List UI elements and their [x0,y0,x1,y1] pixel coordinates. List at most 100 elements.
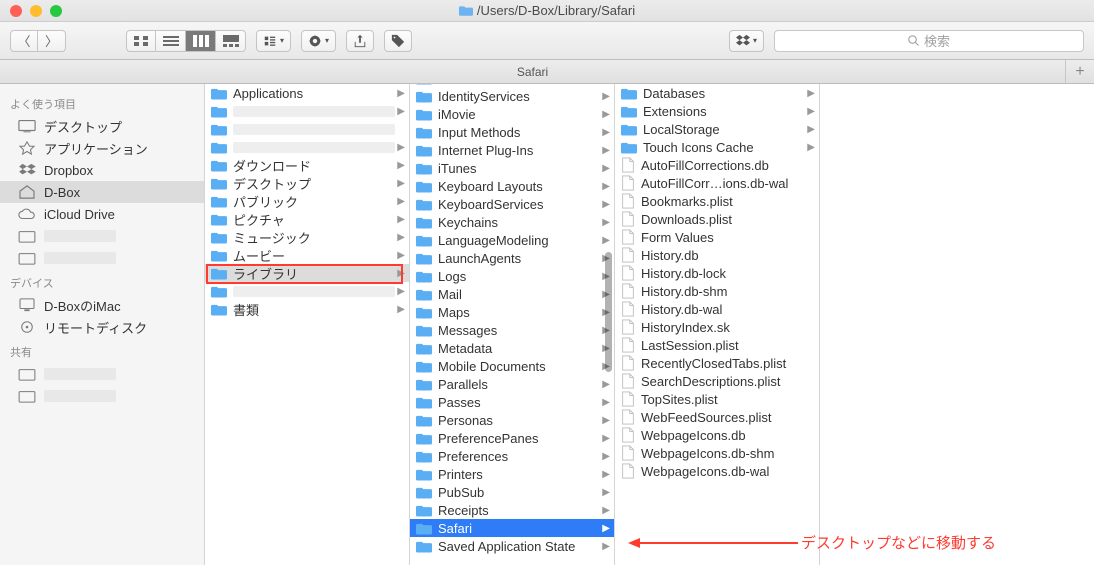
folder-item[interactable]: LocalStorage▶ [615,120,819,138]
column-1: Applications▶▶▶ダウンロード▶デスクトップ▶パブリック▶ピクチャ▶… [205,84,410,565]
folder-item[interactable]: Safari▶ [410,519,614,537]
file-item[interactable]: WebpageIcons.db-wal [615,462,819,480]
folder-item[interactable]: Passes▶ [410,393,614,411]
folder-item[interactable]: パブリック▶ [205,192,409,210]
file-item[interactable]: History.db-shm [615,282,819,300]
folder-item[interactable]: ムービー▶ [205,246,409,264]
folder-item[interactable]: LanguageModeling▶ [410,231,614,249]
sidebar-item[interactable] [0,363,204,385]
share-button[interactable] [346,30,374,52]
folder-item[interactable]: Input Methods▶ [410,123,614,141]
view-gallery-button[interactable] [216,30,246,52]
sidebar-item[interactable]: D-Box [0,181,204,203]
folder-item[interactable]: iTunes▶ [410,159,614,177]
folder-item[interactable]: 書類▶ [205,300,409,318]
search-icon [908,35,920,47]
back-button[interactable]: 〈 [10,30,38,52]
folder-item[interactable]: Keychains▶ [410,213,614,231]
file-item[interactable]: Form Values [615,228,819,246]
annotation: デスクトップなどに移動する [628,532,996,553]
folder-item[interactable]: ミュージック▶ [205,228,409,246]
arrow-icon [628,537,798,549]
folder-item[interactable]: ピクチャ▶ [205,210,409,228]
search-field[interactable]: 検索 [774,30,1084,52]
sidebar-item[interactable]: Dropbox [0,159,204,181]
annotation-text: デスクトップなどに移動する [801,532,996,553]
folder-item[interactable]: ▶ [205,282,409,300]
group-by-button[interactable]: ▾ [256,30,291,52]
file-item[interactable]: Bookmarks.plist [615,192,819,210]
folder-item[interactable]: ライブラリ▶ [205,264,409,282]
folder-item[interactable]: Logs▶ [410,267,614,285]
folder-item[interactable]: ▶ [205,138,409,156]
folder-item[interactable]: Applications▶ [205,84,409,102]
folder-item[interactable]: Personas▶ [410,411,614,429]
folder-item[interactable]: LaunchAgents▶ [410,249,614,267]
file-item[interactable]: AutoFillCorr…ions.db-wal [615,174,819,192]
folder-item[interactable]: Saved Application State▶ [410,537,614,555]
folder-item[interactable]: Receipts▶ [410,501,614,519]
folder-item[interactable]: Internet Plug-Ins▶ [410,141,614,159]
tags-button[interactable] [384,30,412,52]
window-title-text: /Users/D-Box/Library/Safari [477,3,635,18]
finder-tab[interactable]: Safari [0,60,1066,83]
folder-item[interactable]: Databases▶ [615,84,819,102]
file-item[interactable]: Downloads.plist [615,210,819,228]
new-tab-button[interactable]: + [1066,60,1094,83]
file-item[interactable]: History.db-wal [615,300,819,318]
titlebar: /Users/D-Box/Library/Safari [0,0,1094,22]
sidebar-section-favorites: よく使う項目 [0,90,204,115]
sidebar: よく使う項目 デスクトップアプリケーションDropboxD-BoxiCloud … [0,84,205,565]
folder-item[interactable]: PubSub▶ [410,483,614,501]
sidebar-item[interactable]: D-BoxのiMac [0,294,204,316]
folder-item[interactable]: IdentityServices▶ [410,87,614,105]
folder-item[interactable]: ダウンロード▶ [205,156,409,174]
column-4 [820,84,1092,565]
folder-item[interactable]: Messages▶ [410,321,614,339]
folder-item[interactable]: ▶ [205,102,409,120]
folder-item[interactable]: Mail▶ [410,285,614,303]
folder-item[interactable]: PreferencePanes▶ [410,429,614,447]
file-item[interactable]: WebFeedSources.plist [615,408,819,426]
forward-button[interactable]: 〉 [38,30,66,52]
folder-item[interactable]: Printers▶ [410,465,614,483]
file-item[interactable]: WebpageIcons.db-shm [615,444,819,462]
folder-item[interactable]: Parallels▶ [410,375,614,393]
file-item[interactable]: RecentlyClosedTabs.plist [615,354,819,372]
sidebar-item[interactable]: アプリケーション [0,137,204,159]
view-list-button[interactable] [156,30,186,52]
sidebar-item[interactable]: iCloud Drive [0,203,204,225]
view-icons-button[interactable] [126,30,156,52]
tab-bar: Safari + [0,60,1094,84]
file-item[interactable]: SearchDescriptions.plist [615,372,819,390]
scrollbar[interactable] [605,252,612,372]
file-item[interactable]: HistoryIndex.sk [615,318,819,336]
file-item[interactable]: LastSession.plist [615,336,819,354]
folder-item[interactable] [205,120,409,138]
file-item[interactable]: AutoFillCorrections.db [615,156,819,174]
folder-item[interactable]: Extensions▶ [615,102,819,120]
folder-item[interactable]: Maps▶ [410,303,614,321]
view-columns-button[interactable] [186,30,216,52]
folder-item[interactable]: KeyboardServices▶ [410,195,614,213]
file-item[interactable]: History.db [615,246,819,264]
folder-item[interactable]: デスクトップ▶ [205,174,409,192]
toolbar: 〈 〉 ▾ ▾ ▾ 検索 [0,22,1094,60]
folder-item[interactable]: iMovie▶ [410,105,614,123]
folder-item[interactable]: Touch Icons Cache▶ [615,138,819,156]
folder-item[interactable]: Metadata▶ [410,339,614,357]
file-item[interactable]: History.db-lock [615,264,819,282]
dropbox-button[interactable]: ▾ [729,30,764,52]
sidebar-section-devices: デバイス [0,269,204,294]
file-item[interactable]: TopSites.plist [615,390,819,408]
folder-item[interactable]: Mobile Documents▶ [410,357,614,375]
sidebar-item[interactable] [0,385,204,407]
sidebar-item[interactable]: デスクトップ [0,115,204,137]
sidebar-item[interactable] [0,225,204,247]
folder-item[interactable]: Preferences▶ [410,447,614,465]
folder-item[interactable]: Keyboard Layouts▶ [410,177,614,195]
sidebar-item[interactable]: リモートディスク [0,316,204,338]
action-menu-button[interactable]: ▾ [301,30,336,52]
file-item[interactable]: WebpageIcons.db [615,426,819,444]
sidebar-item[interactable] [0,247,204,269]
